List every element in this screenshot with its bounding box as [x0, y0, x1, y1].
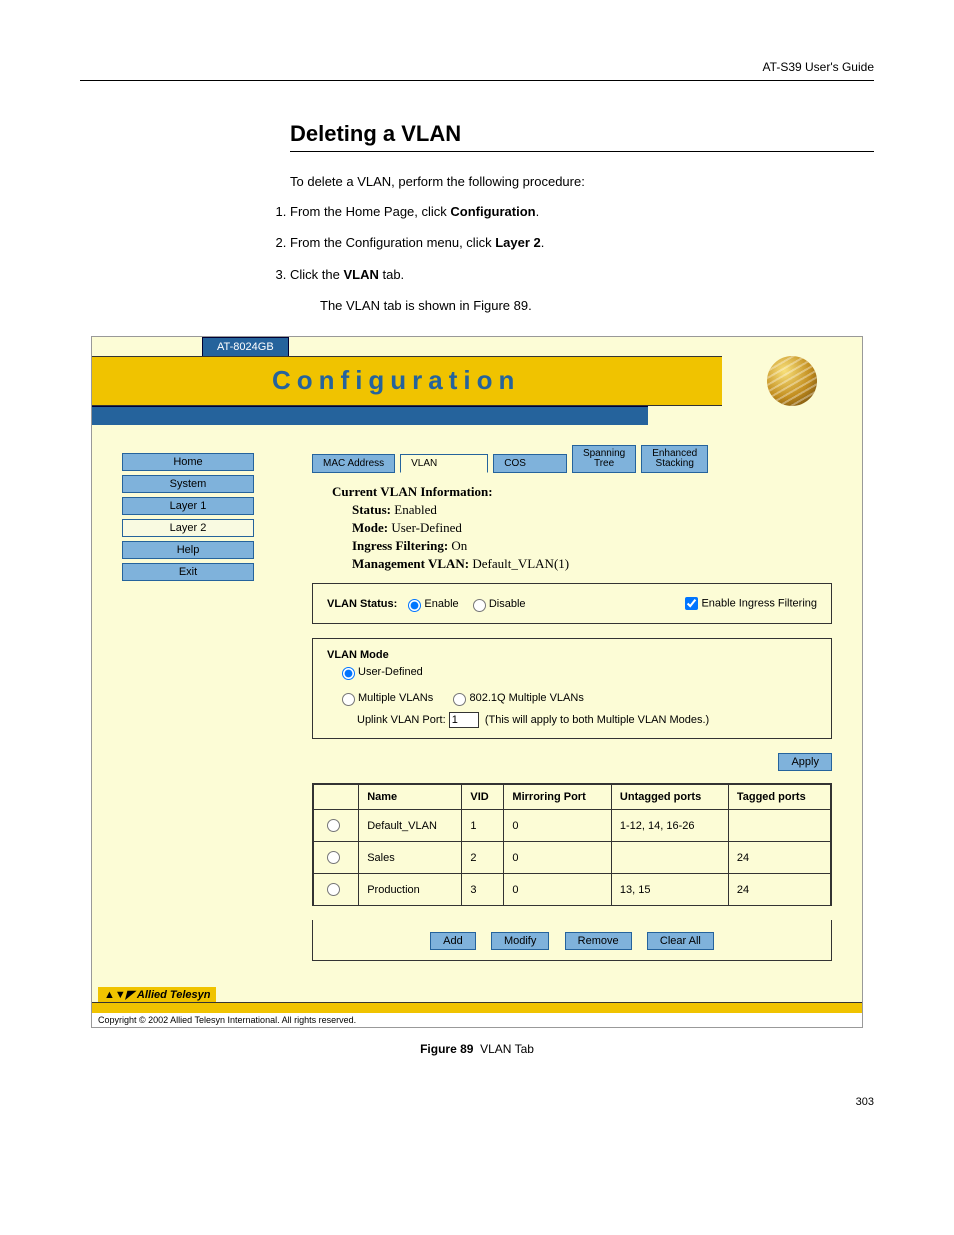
th-tagged: Tagged ports [728, 785, 830, 810]
vlan-status-disable[interactable] [473, 599, 486, 612]
tab-cos[interactable]: COS [493, 454, 567, 473]
tab-enhanced-stacking[interactable]: EnhancedStacking [641, 445, 708, 473]
th-untagged: Untagged ports [611, 785, 728, 810]
vlan-status-enable[interactable] [408, 599, 421, 612]
step-3: Click the VLAN tab. [290, 265, 874, 285]
mode-dot1q[interactable] [453, 693, 466, 706]
th-select [314, 785, 359, 810]
table-row: Default_VLAN 1 0 1-12, 14, 16-26 [314, 810, 831, 842]
footer-bar [92, 1002, 862, 1013]
vlan-mode-panel: VLAN Mode User-Defined Multiple VLANs 80… [312, 638, 832, 739]
banner-title: Configuration [92, 356, 722, 406]
mode-user-defined[interactable] [342, 667, 355, 680]
copyright: Copyright © 2002 Allied Telesyn Internat… [92, 1013, 862, 1027]
sidebar-item-system[interactable]: System [122, 475, 254, 493]
header-rule [80, 80, 874, 81]
sidebar-item-exit[interactable]: Exit [122, 563, 254, 581]
section-title: Deleting a VLAN [290, 121, 874, 147]
mode-multiple-vlans[interactable] [342, 693, 355, 706]
section-rule [290, 151, 874, 152]
table-actions: Add Modify Remove Clear All [312, 920, 832, 961]
remove-button[interactable]: Remove [565, 932, 632, 950]
figure-caption: Figure 89 VLAN Tab [80, 1042, 874, 1056]
sidebar-item-help[interactable]: Help [122, 541, 254, 559]
row-select[interactable] [327, 819, 340, 832]
th-mirror: Mirroring Port [504, 785, 611, 810]
page-number: 303 [80, 1096, 874, 1108]
th-vid: VID [462, 785, 504, 810]
subbar [92, 406, 648, 425]
sidebar: Home System Layer 1 Layer 2 Help Exit [92, 425, 312, 988]
globe-icon [767, 356, 817, 406]
screenshot: AT-8024GB Configuration Home System Laye… [91, 336, 863, 1029]
clear-all-button[interactable]: Clear All [647, 932, 714, 950]
vlan-status-panel: VLAN Status: Enable Disable Enable Ingre… [312, 583, 832, 624]
tabs: MAC Address VLAN COS SpanningTree Enhanc… [312, 445, 832, 473]
row-select[interactable] [327, 851, 340, 864]
page-header: AT-S39 User's Guide [80, 60, 874, 74]
sidebar-item-layer2[interactable]: Layer 2 [122, 519, 254, 537]
tab-vlan[interactable]: VLAN [400, 454, 488, 473]
sidebar-item-home[interactable]: Home [122, 453, 254, 471]
vlan-table: Name VID Mirroring Port Untagged ports T… [313, 784, 831, 906]
intro-text: To delete a VLAN, perform the following … [290, 172, 874, 192]
after-steps: The VLAN tab is shown in Figure 89. [320, 296, 874, 316]
sidebar-item-layer1[interactable]: Layer 1 [122, 497, 254, 515]
vlan-status-label: VLAN Status: [327, 598, 397, 610]
apply-button[interactable]: Apply [778, 753, 832, 771]
row-select[interactable] [327, 883, 340, 896]
table-row: Production 3 0 13, 15 24 [314, 874, 831, 906]
tab-mac-address[interactable]: MAC Address [312, 454, 395, 473]
uplink-port-input[interactable] [449, 712, 479, 728]
th-name: Name [359, 785, 462, 810]
enable-ingress-check[interactable] [685, 597, 698, 610]
tab-spanning-tree[interactable]: SpanningTree [572, 445, 636, 473]
add-button[interactable]: Add [430, 932, 476, 950]
table-row: Sales 2 0 24 [314, 842, 831, 874]
model-label: AT-8024GB [202, 337, 289, 356]
step-1: From the Home Page, click Configuration. [290, 202, 874, 222]
current-vlan-info: Current VLAN Information: Status: Enable… [332, 483, 832, 574]
step-2: From the Configuration menu, click Layer… [290, 233, 874, 253]
brand-bar: ▲▼◤ Allied Telesyn [92, 987, 862, 1002]
modify-button[interactable]: Modify [491, 932, 549, 950]
